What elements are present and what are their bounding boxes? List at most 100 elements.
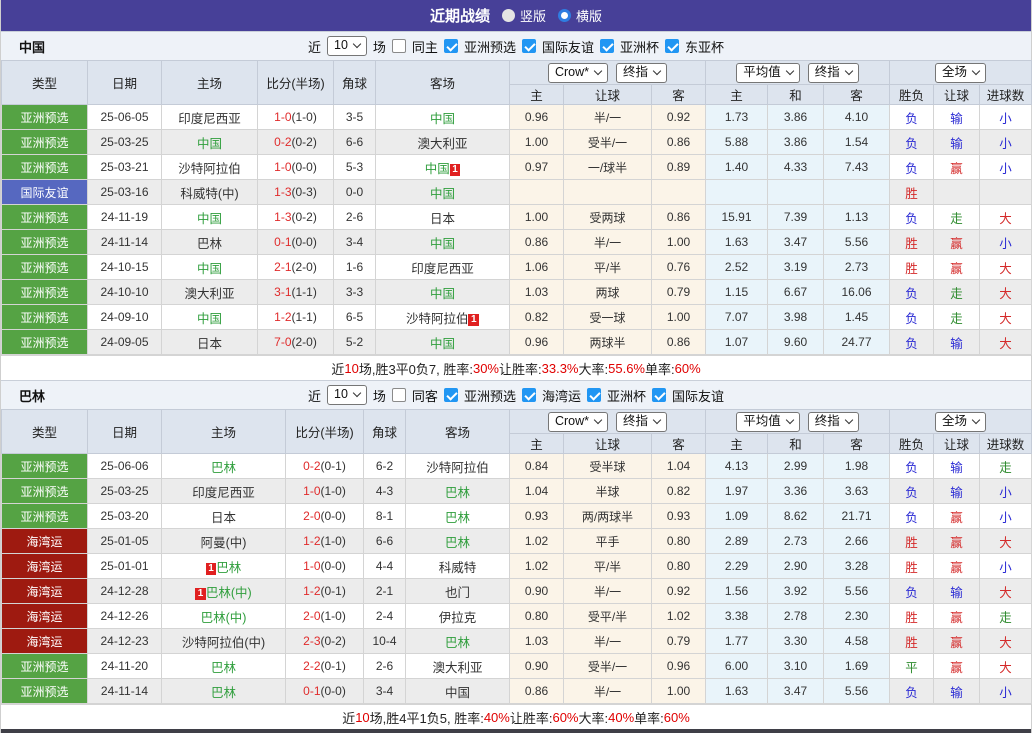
same-side-checkbox[interactable]	[391, 39, 406, 53]
halftime-score: (0-2)	[291, 135, 317, 149]
odds-stage-select[interactable]: 终指	[616, 411, 668, 432]
team-label: 日本	[429, 211, 455, 226]
home-team-cell: 中国	[161, 204, 258, 230]
competition-0-label[interactable]: 亚洲预选	[464, 37, 516, 56]
corners-cell: 6-6	[333, 129, 376, 155]
date-cell: 24-09-10	[87, 304, 162, 330]
stats-summary: 近 10 场,胜3平0负7, 胜率: 30% 让胜率: 33.3% 大率: 55.6% 单…	[1, 355, 1031, 380]
match-row: 海湾运 24-12-28 1 巴林(中) 1-2(0-1) 2-1 也门 0.90…	[1, 578, 1032, 604]
score-cell: 1-3(0-3)	[257, 179, 334, 205]
odds-stage-select[interactable]: 终指	[616, 62, 668, 83]
fulltime-scope-select[interactable]: 全场	[935, 62, 987, 83]
result-goals-cell: 走	[979, 453, 1032, 479]
corners-cell: 3-3	[333, 279, 376, 305]
match-count-select[interactable]: 10	[327, 36, 367, 56]
radio-label[interactable]: 横版	[576, 6, 602, 25]
competition-2-checkbox[interactable]	[586, 388, 601, 402]
chevron-down-icon	[652, 415, 662, 424]
home-team-cell: 巴林	[161, 229, 258, 255]
competition-3-label[interactable]: 东亚杯	[685, 37, 724, 56]
avg-stage-select[interactable]: 终指	[807, 411, 859, 432]
match-row: 海湾运 25-01-01 1 巴林 1-0(0-0) 4-4 科威特 1.02 平/…	[1, 553, 1032, 579]
radio-label[interactable]: 竖版	[520, 6, 546, 25]
competition-2-label[interactable]: 亚洲杯	[607, 386, 646, 405]
competition-2-checkbox[interactable]	[599, 39, 614, 53]
team-label: 日本	[196, 336, 222, 351]
halftime-score: (0-3)	[291, 185, 317, 199]
competition-1-checkbox[interactable]	[521, 388, 536, 402]
score-cell: 0-2(0-2)	[257, 129, 334, 155]
odds-cell: 0.96	[650, 653, 707, 679]
halftime-score: (0-0)	[291, 160, 317, 174]
competition-0-label[interactable]: 亚洲预选	[464, 386, 516, 405]
layout-option-horizontal[interactable]: 横版	[558, 6, 602, 25]
same-side-label[interactable]: 同客	[412, 386, 438, 405]
match-count-select[interactable]: 10	[327, 385, 367, 405]
avg-odds-cell: 2.30	[823, 603, 891, 629]
team-label: 中国	[429, 186, 455, 201]
radio-icon[interactable]	[558, 9, 571, 22]
filter-bar: 近 10 场 同主 亚洲预选 国际友谊 亚洲杯 东亚杯	[306, 36, 726, 56]
competition-1-label[interactable]: 海湾运	[542, 386, 581, 405]
avg-odds-cell: 1.98	[823, 453, 891, 479]
avg-source-select[interactable]: 平均值	[736, 62, 800, 83]
column-header: 类型	[1, 409, 88, 454]
match-row: 亚洲预选 25-03-25 印度尼西亚 1-0(1-0) 4-3 巴林 1.04…	[1, 478, 1032, 504]
corners-cell: 3-4	[333, 229, 376, 255]
match-row: 亚洲预选 25-03-25 中国 0-2(0-2) 6-6 澳大利亚 1.00 受…	[1, 129, 1032, 155]
filter-bar: 近 10 场 同客 亚洲预选 海湾运 亚洲杯 国际友谊	[306, 385, 726, 405]
column-header: 角球	[363, 409, 406, 454]
fulltime-score: 0-2	[303, 459, 321, 473]
corners-cell: 2-4	[363, 603, 406, 629]
date-cell: 24-10-15	[87, 254, 162, 280]
team-label: 巴林	[210, 660, 236, 675]
competition-type-badge: 亚洲预选	[1, 478, 88, 504]
competition-2-label[interactable]: 亚洲杯	[620, 37, 659, 56]
fulltime-scope-select[interactable]: 全场	[935, 411, 987, 432]
odds-source-select[interactable]: Crow*	[547, 411, 609, 432]
competition-type-badge: 亚洲预选	[1, 653, 88, 679]
competition-1-checkbox[interactable]	[521, 39, 536, 53]
halftime-score: (0-1)	[320, 459, 346, 473]
corners-cell: 2-1	[363, 578, 406, 604]
competition-3-checkbox[interactable]	[664, 39, 679, 53]
same-side-checkbox[interactable]	[391, 388, 406, 402]
radio-icon[interactable]	[501, 9, 515, 22]
fulltime-group-header: 全场	[889, 409, 1032, 434]
competition-0-checkbox[interactable]	[443, 388, 458, 402]
fulltime-score: 1-0	[303, 484, 321, 498]
competition-1-label[interactable]: 国际友谊	[542, 37, 594, 56]
competition-type-badge: 国际友谊	[1, 179, 88, 205]
corners-cell: 2-6	[363, 653, 406, 679]
avg-odds-cell: 1.63	[705, 678, 769, 704]
result-wl-cell: 胜	[889, 254, 935, 280]
corners-cell: 3-5	[333, 104, 376, 130]
home-team-cell: 沙特阿拉伯(中)	[161, 628, 286, 654]
date-cell: 25-03-20	[87, 503, 162, 529]
layout-option-vertical[interactable]: 竖版	[501, 6, 546, 25]
result-handicap-cell	[933, 179, 981, 205]
competition-3-checkbox[interactable]	[651, 388, 666, 402]
odds-cell: 0.76	[650, 254, 707, 280]
odds-cell: 1.00	[509, 129, 564, 155]
games-label: 场	[372, 388, 386, 404]
same-side-label[interactable]: 同主	[412, 37, 438, 56]
result-goals-cell: 小	[979, 503, 1032, 529]
home-team-cell: 巴林	[161, 653, 286, 679]
avg-odds-cell: 4.33	[767, 154, 825, 180]
halftime-score: (1-0)	[320, 609, 346, 623]
result-handicap-cell: 赢	[933, 154, 981, 180]
result-goals-cell: 小	[979, 678, 1032, 704]
result-handicap-cell: 赢	[933, 229, 981, 255]
competition-0-checkbox[interactable]	[443, 39, 458, 53]
result-goals-cell: 小	[979, 478, 1032, 504]
odds-source-select[interactable]: Crow*	[547, 62, 609, 83]
competition-3-label[interactable]: 国际友谊	[672, 386, 724, 405]
score-cell: 0-1(0-0)	[257, 229, 334, 255]
avg-stage-select[interactable]: 终指	[807, 62, 859, 83]
odds-cell: 受半/一	[563, 129, 652, 155]
avg-source-select[interactable]: 平均值	[736, 411, 800, 432]
fulltime-score: 1-2	[303, 584, 321, 598]
result-wl-cell: 负	[889, 678, 935, 704]
home-team-cell: 阿曼(中)	[161, 528, 286, 554]
